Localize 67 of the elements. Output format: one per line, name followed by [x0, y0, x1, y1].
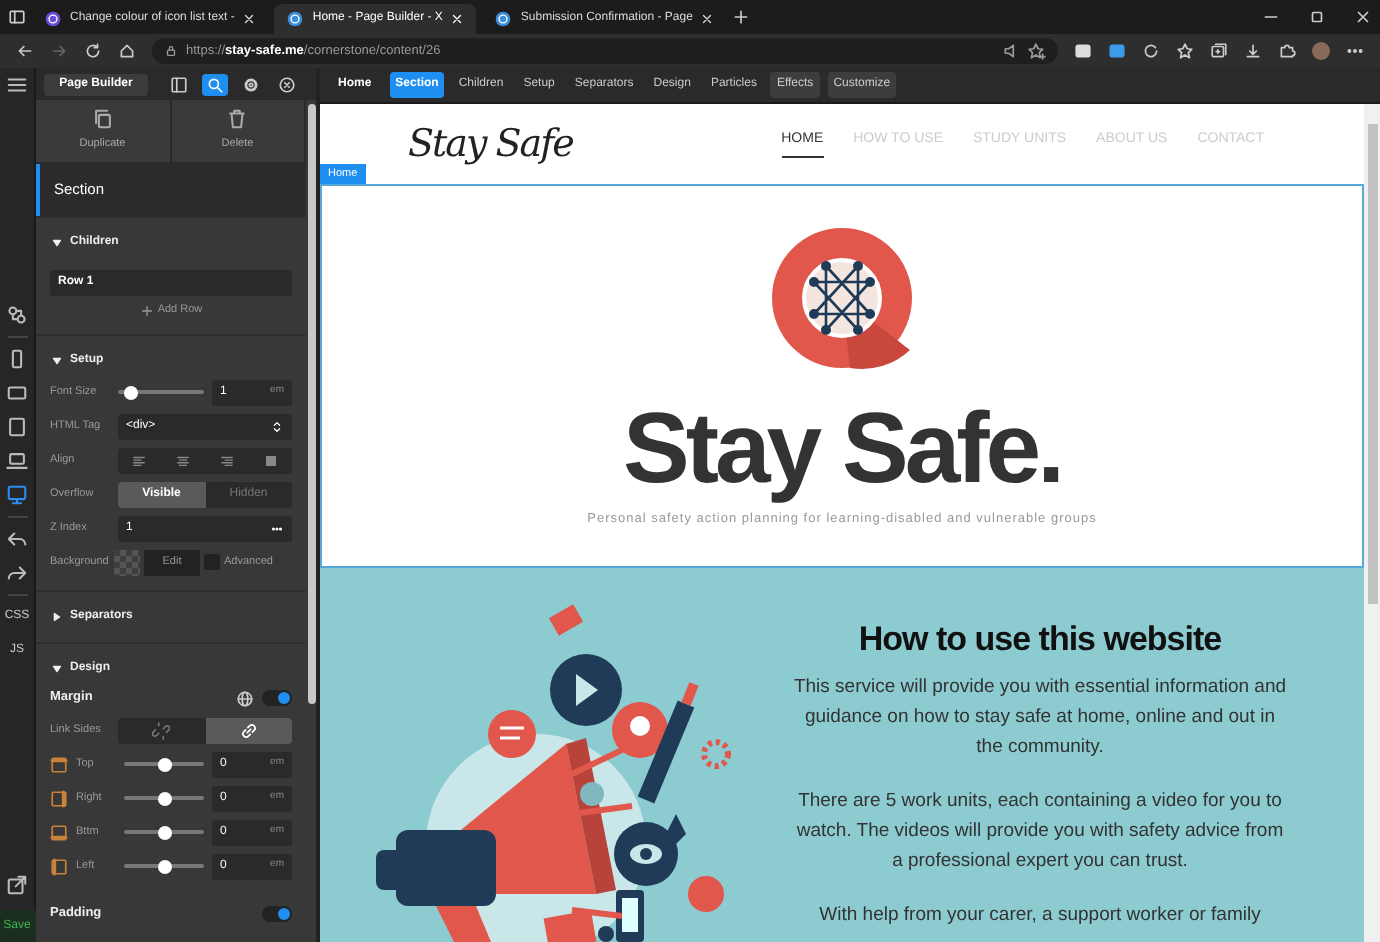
margin-side-icon — [50, 857, 68, 875]
plus-icon — [139, 304, 154, 318]
delete-icon — [226, 108, 249, 131]
elements-icon[interactable] — [6, 304, 28, 326]
tablet-icon[interactable] — [6, 416, 28, 438]
close-icon[interactable] — [278, 75, 296, 93]
link-icon[interactable] — [239, 721, 258, 739]
reload-icon[interactable] — [84, 42, 102, 60]
new-tab-icon[interactable] — [732, 8, 751, 26]
margin-side-icon — [50, 823, 68, 841]
intro-paragraph: This service will provide you with essential information and guidance on how to stay safe at home, online and out in the community. — [791, 674, 1289, 763]
layout-icon[interactable] — [170, 75, 188, 93]
site-favicon-icon — [286, 10, 305, 28]
toggle-switch[interactable] — [262, 690, 292, 706]
intro-paragraph: With help from your carer, a support worker or family — [817, 902, 1263, 931]
align-justify-icon[interactable] — [263, 453, 278, 467]
duplicate-icon — [91, 108, 114, 131]
settings-icon[interactable] — [242, 75, 260, 93]
section-heading: How to use this website — [858, 620, 1222, 661]
undo-icon[interactable] — [6, 528, 28, 550]
updown-icon — [270, 419, 284, 433]
tablet-landscape-icon[interactable] — [6, 382, 28, 404]
scrollbar-thumb[interactable] — [1367, 124, 1377, 604]
maximize-icon[interactable] — [1308, 8, 1326, 26]
globe-icon[interactable] — [236, 689, 254, 707]
read-aloud-icon[interactable] — [1002, 42, 1020, 60]
close-icon[interactable] — [700, 12, 715, 26]
unlink-icon[interactable] — [152, 721, 171, 739]
scrollbar-thumb[interactable] — [308, 104, 316, 704]
phone-icon[interactable] — [6, 348, 28, 370]
close-icon[interactable] — [1354, 8, 1372, 26]
redo-icon[interactable] — [6, 562, 28, 584]
intro-paragraph: There are 5 work units, each containing a video for you to watch. The videos will provide you with safety advice from a professional expert you can trust. — [794, 788, 1286, 877]
lock-icon — [164, 44, 178, 58]
network-globe-icon — [770, 226, 914, 370]
slider-thumb[interactable] — [157, 859, 171, 873]
tab-actions-icon[interactable] — [8, 8, 26, 26]
laptop-icon[interactable] — [6, 450, 28, 472]
menu-icon[interactable] — [6, 74, 28, 96]
slider-thumb[interactable] — [157, 757, 171, 771]
favorites-icon[interactable] — [1176, 42, 1194, 60]
transparent-swatch[interactable] — [114, 549, 140, 575]
download-icon[interactable] — [1244, 42, 1262, 60]
add-favorite-icon[interactable] — [1028, 42, 1046, 60]
slider-thumb[interactable] — [123, 385, 138, 399]
toggle-switch[interactable] — [262, 906, 292, 922]
site-logo[interactable]: Stay Safe — [408, 115, 573, 173]
site-favicon-icon — [44, 10, 62, 28]
slider-thumb[interactable] — [157, 791, 171, 805]
search-icon[interactable] — [206, 75, 224, 93]
margin-side-icon — [50, 789, 68, 807]
avatar-icon[interactable] — [1312, 42, 1330, 60]
hero-title: Stay Safe. — [622, 398, 1061, 498]
ellipsis-icon — [270, 521, 284, 535]
site-favicon-icon — [494, 10, 513, 28]
align-center-icon[interactable] — [176, 453, 191, 467]
margin-side-icon — [50, 755, 68, 773]
external-link-icon[interactable] — [6, 874, 28, 896]
collections-icon[interactable] — [1210, 42, 1228, 60]
home-icon[interactable] — [118, 42, 136, 60]
close-icon[interactable] — [242, 12, 257, 26]
align-left-icon[interactable] — [132, 453, 147, 467]
puzzle-icon[interactable] — [1278, 42, 1296, 60]
align-right-icon[interactable] — [219, 453, 234, 467]
desktop-icon[interactable] — [6, 484, 28, 506]
back-arrow-icon[interactable] — [16, 42, 34, 60]
slider-thumb[interactable] — [157, 825, 171, 839]
